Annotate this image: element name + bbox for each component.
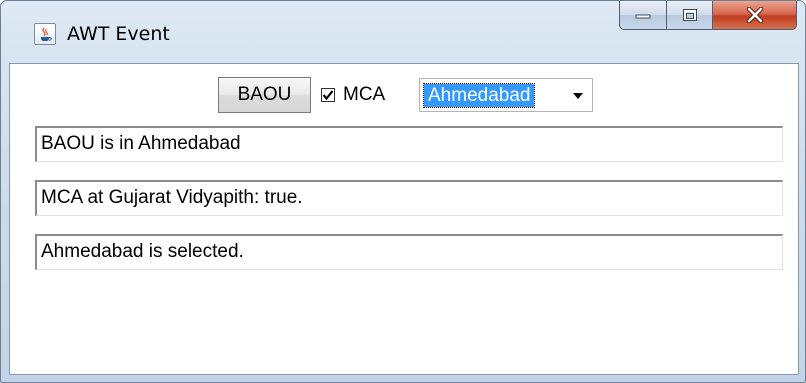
client-area: BAOU MCA Ahmedabad BAOU is in Ahmedabad … <box>9 63 799 375</box>
title-bar[interactable]: AWT Event <box>1 1 805 63</box>
java-cup-icon[interactable] <box>34 23 56 45</box>
window-title: AWT Event <box>67 23 170 45</box>
baou-button[interactable]: BAOU <box>218 77 311 113</box>
app-window: AWT Event BAOU MCA Ahmedabad BAOU is in … <box>0 0 806 383</box>
checkbox-label: MCA <box>343 84 386 105</box>
close-button[interactable] <box>713 1 797 30</box>
caption-buttons <box>619 1 797 31</box>
minimize-button[interactable] <box>619 1 667 30</box>
minimize-icon <box>635 14 651 19</box>
city-choice[interactable]: Ahmedabad <box>419 78 593 112</box>
maximize-icon <box>682 9 697 21</box>
choice-selected-value: Ahmedabad <box>422 83 536 108</box>
text-field-3[interactable]: Ahmedabad is selected. <box>35 234 783 270</box>
checkmark-icon <box>322 90 334 101</box>
text-field-1[interactable]: BAOU is in Ahmedabad <box>35 126 783 162</box>
controls-row: BAOU MCA Ahmedabad <box>10 64 798 120</box>
chevron-down-icon[interactable] <box>572 92 584 100</box>
close-icon <box>746 7 763 23</box>
maximize-button[interactable] <box>667 1 713 30</box>
checkbox-box[interactable] <box>321 88 335 102</box>
mca-checkbox[interactable]: MCA <box>321 84 385 106</box>
text-field-2[interactable]: MCA at Gujarat Vidyapith: true. <box>35 180 783 216</box>
